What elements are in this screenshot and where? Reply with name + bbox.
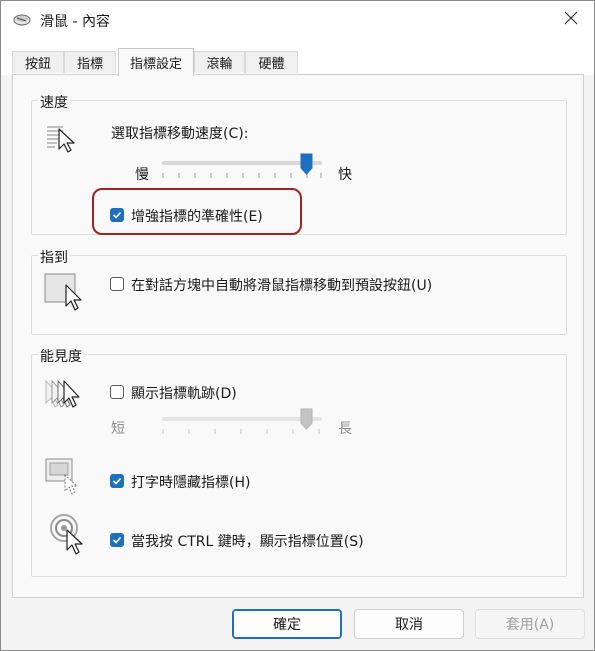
snap-to-checkbox[interactable] — [110, 277, 124, 291]
pointer-speed-slider-track — [162, 161, 322, 165]
checkmark-icon — [112, 211, 122, 219]
trails-long-label: 長 — [338, 421, 352, 437]
pointer-trails-icon — [43, 377, 83, 417]
show-pointer-location-label: 當我按 CTRL 鍵時，顯示指標位置(S) — [131, 534, 364, 550]
mouse-app-icon — [13, 12, 31, 26]
ok-button[interactable]: 確定 — [232, 609, 342, 639]
close-icon — [564, 11, 578, 29]
tab-wheel[interactable]: 滾輪 — [194, 51, 245, 73]
cancel-button[interactable]: 取消 — [354, 609, 464, 639]
tab-label: 指標 — [76, 57, 103, 72]
pointer-trails-checkbox[interactable] — [110, 385, 124, 399]
dialog-footer: 確定 取消 套用(A) — [1, 598, 594, 650]
apply-button-label: 套用(A) — [505, 617, 555, 633]
trails-slider-thumb[interactable] — [300, 408, 313, 430]
pointer-speed-label: 選取指標移動速度(C): — [111, 126, 249, 142]
ok-button-label: 確定 — [273, 617, 301, 633]
cancel-button-label: 取消 — [395, 617, 423, 633]
enhance-precision-checkbox[interactable] — [110, 208, 124, 222]
trails-slider-ticks — [162, 429, 320, 434]
snap-to-group — [31, 255, 567, 335]
tab-label: 滾輪 — [206, 57, 233, 72]
pointer-speed-slider-thumb[interactable] — [300, 153, 313, 175]
speed-group-title: 速度 — [38, 92, 70, 112]
enhance-precision-label: 增強指標的準確性(E) — [131, 209, 263, 225]
close-button[interactable] — [548, 1, 594, 39]
hide-pointer-typing-label: 打字時隱藏指標(H) — [131, 475, 251, 491]
hide-pointer-typing-checkbox[interactable] — [110, 474, 124, 488]
mouse-properties-window: 滑鼠 - 內容 按鈕 指標 指標設定 滾輪 硬體 速度 選取指標移動速度(C):… — [0, 0, 595, 651]
window-title: 滑鼠 - 內容 — [40, 14, 110, 30]
tab-pointer-options[interactable]: 指標設定 — [118, 48, 194, 76]
tab-label: 指標設定 — [129, 57, 182, 72]
tab-label: 硬體 — [258, 57, 285, 72]
slow-label: 慢 — [135, 167, 149, 183]
pointer-trails-label: 顯示指標軌跡(D) — [131, 386, 237, 402]
tab-label: 按鈕 — [24, 57, 51, 72]
tab-hardware[interactable]: 硬體 — [245, 51, 298, 73]
hide-pointer-typing-icon — [45, 457, 85, 501]
show-pointer-location-checkbox[interactable] — [110, 533, 124, 547]
tab-pointers[interactable]: 指標 — [64, 51, 116, 73]
title-bar: 滑鼠 - 內容 — [1, 1, 594, 39]
trails-slider-track — [162, 417, 322, 421]
checkmark-icon — [112, 536, 122, 544]
tab-buttons[interactable]: 按鈕 — [12, 51, 64, 73]
tab-strip: 按鈕 指標 指標設定 滾輪 硬體 — [1, 39, 594, 76]
snap-to-button-icon — [44, 273, 84, 317]
fast-label: 快 — [338, 167, 352, 183]
visibility-group-title: 能見度 — [38, 346, 84, 366]
snap-to-group-title: 指到 — [38, 247, 70, 267]
show-pointer-location-icon — [49, 513, 89, 559]
snap-to-label: 在對話方塊中自動將滑鼠指標移動到預設按鈕(U) — [131, 278, 433, 294]
pointer-speed-ticks — [162, 173, 322, 178]
pointer-speed-icon — [45, 123, 81, 159]
checkmark-icon — [112, 477, 122, 485]
trails-short-label: 短 — [111, 421, 125, 437]
apply-button[interactable]: 套用(A) — [475, 609, 585, 639]
